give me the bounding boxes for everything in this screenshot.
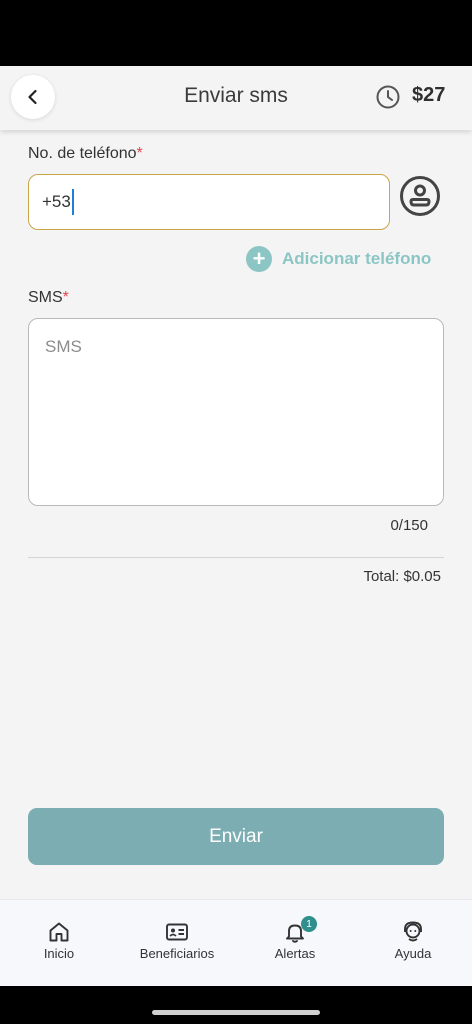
tab-beneficiarios[interactable]: Beneficiarios [118,900,236,986]
required-mark: * [62,289,69,306]
clock-icon[interactable] [375,84,401,110]
phone-input[interactable]: +53 [28,174,390,230]
contact-avatar-icon[interactable] [399,175,441,217]
phone-label-text: No. de teléfono [28,145,137,162]
add-phone-button[interactable]: + Adicionar teléfono [246,246,431,272]
header-bar: Enviar sms $27 [0,66,472,130]
tab-label: Ayuda [394,946,432,961]
app-screen: Enviar sms $27 No. de teléfono* +53 + Ad… [0,66,472,986]
notification-badge: 1 [301,916,317,932]
tab-label: Inicio [43,946,75,961]
id-card-icon [166,923,188,941]
tab-ayuda[interactable]: Ayuda [354,900,472,986]
tab-label: Alertas [274,946,316,961]
sms-textarea[interactable]: SMS [28,318,444,506]
required-mark: * [136,145,143,162]
char-counter: 0/150 [390,517,428,534]
home-indicator [152,1010,320,1015]
send-button[interactable]: Enviar [28,808,444,865]
page-title: Enviar sms [184,84,288,107]
support-agent-icon [404,921,422,942]
home-icon [49,922,69,942]
bottom-tab-bar: Inicio Beneficiarios 1 Alertas Ayuda [0,899,472,986]
sms-label: SMS* [28,289,69,307]
tab-inicio[interactable]: Inicio [0,900,118,986]
sms-label-text: SMS [28,289,63,306]
text-caret [71,189,74,215]
sms-placeholder: SMS [45,337,82,356]
plus-circle-icon: + [246,246,272,272]
add-phone-label: Adicionar teléfono [282,249,432,268]
phone-input-value: +53 [42,192,71,211]
balance-amount: $27 [412,84,446,106]
divider [28,557,444,558]
tab-label: Beneficiarios [139,946,215,961]
tab-alertas[interactable]: 1 Alertas [236,900,354,986]
phone-label: No. de teléfono* [28,145,143,163]
total-cost: Total: $0.05 [363,568,441,585]
